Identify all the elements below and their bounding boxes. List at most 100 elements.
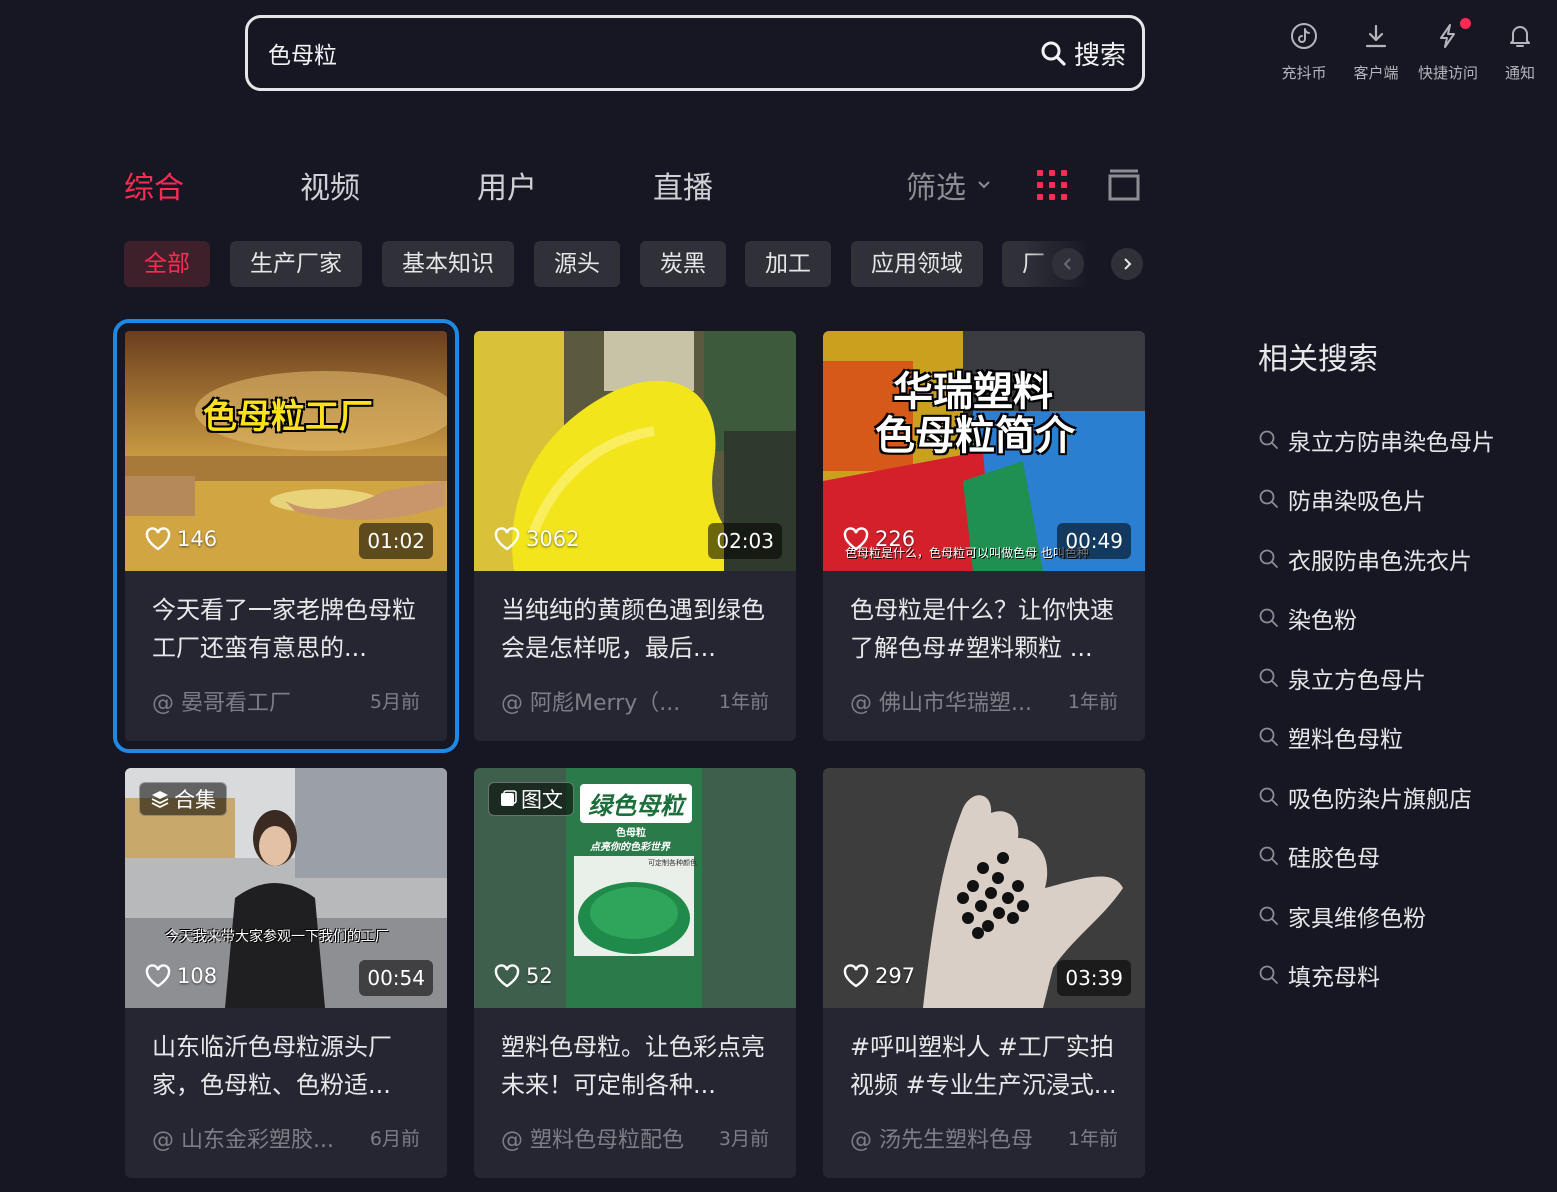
single-column-icon bbox=[1108, 169, 1140, 201]
notification-label: 通知 bbox=[1504, 64, 1535, 82]
quick-access-label: 快捷访问 bbox=[1418, 64, 1479, 82]
image-text-icon bbox=[501, 790, 517, 806]
related-search-label: 吸色防染片旗舰店 bbox=[1288, 786, 1472, 813]
quick-access-button[interactable]: 快捷访问 bbox=[1418, 18, 1479, 83]
post-time: 3月前 bbox=[718, 1128, 769, 1150]
like-count: 226 bbox=[843, 527, 915, 551]
thumbnail-caption: 今天我来带大家参观一下我们的工厂 bbox=[165, 929, 389, 945]
video-title: 当纯纯的黄颜色遇到绿色会是怎样呢，最后... bbox=[501, 596, 765, 662]
like-count-value: 297 bbox=[875, 964, 916, 988]
client-download-button[interactable]: 客户端 bbox=[1347, 18, 1405, 83]
post-thumbnail: 绿色母粒 色母粒 点亮你的色彩世界 可定制各种颜色 图文 52 bbox=[474, 768, 796, 1008]
filter-dropdown[interactable]: 筛选 bbox=[906, 163, 992, 207]
video-card[interactable]: 今天我来带大家参观一下我们的工厂 合集 108 00:54 山东临沂色母粒源头厂… bbox=[125, 768, 447, 1178]
chip-scroll-right[interactable] bbox=[1111, 248, 1143, 280]
chip-scroll-left[interactable] bbox=[1052, 248, 1084, 280]
topic-chips: 全部 生产厂家 基本知识 源头 炭黑 加工 应用领域 厂 bbox=[124, 241, 1144, 287]
chip-all[interactable]: 全部 bbox=[124, 241, 210, 287]
chevron-left-icon bbox=[1063, 258, 1071, 270]
related-search-item[interactable]: 塑料色母粒 bbox=[1258, 708, 1495, 768]
related-search-label: 硅胶色母 bbox=[1288, 846, 1380, 873]
search-icon bbox=[1259, 668, 1278, 687]
tab-video[interactable]: 视频 bbox=[300, 163, 360, 207]
recharge-coin-button[interactable]: 充抖币 bbox=[1275, 18, 1333, 83]
related-search-item[interactable]: 吸色防染片旗舰店 bbox=[1258, 767, 1495, 827]
video-duration: 00:49 bbox=[1057, 523, 1131, 559]
related-search-title: 相关搜索 bbox=[1258, 342, 1378, 377]
search-tabs: 综合 视频 用户 直播 筛选 bbox=[124, 163, 1144, 213]
related-search-item[interactable]: 填充母料 bbox=[1258, 946, 1495, 1006]
video-meta: @ 阿彪Merry（... 1年前 bbox=[501, 685, 769, 717]
video-thumbnail: 3062 02:03 bbox=[474, 331, 796, 571]
tab-live[interactable]: 直播 bbox=[653, 163, 713, 207]
tab-user[interactable]: 用户 bbox=[477, 163, 537, 207]
related-search-label: 防串染吸色片 bbox=[1288, 489, 1426, 516]
like-count: 108 bbox=[145, 964, 217, 988]
thumbnail-subtitle-2: 点亮你的色彩世界 bbox=[590, 842, 670, 853]
related-search-item[interactable]: 衣服防串色洗衣片 bbox=[1258, 529, 1495, 589]
list-view-toggle[interactable] bbox=[1108, 169, 1140, 205]
search-box: 搜索 bbox=[245, 15, 1145, 91]
chip-applications[interactable]: 应用领域 bbox=[851, 241, 983, 287]
post-title: 塑料色母粒。让色彩点亮未来！可定制各种... bbox=[501, 1033, 765, 1099]
heart-icon bbox=[145, 964, 171, 988]
search-icon bbox=[1259, 608, 1278, 628]
related-search-item[interactable]: 染色粉 bbox=[1258, 589, 1495, 649]
thumbnail-subtitle-3: 可定制各种颜色 bbox=[648, 859, 697, 867]
video-card[interactable]: 华瑞塑料 色母粒简介 色母粒是什么，色母粒可以叫做色母 也叫色种 226 00:… bbox=[823, 331, 1145, 741]
video-title: 今天看了一家老牌色母粒工厂还蛮有意思的... bbox=[152, 596, 416, 662]
search-icon bbox=[1259, 489, 1278, 509]
post-time: 1年前 bbox=[1067, 691, 1118, 713]
author-name[interactable]: @ 汤先生塑料色母 bbox=[850, 1122, 1033, 1154]
video-duration: 01:02 bbox=[359, 523, 433, 559]
chip-basic-knowledge[interactable]: 基本知识 bbox=[382, 241, 514, 287]
notification-button[interactable]: 通知 bbox=[1491, 18, 1549, 83]
search-button[interactable]: 搜索 bbox=[1040, 35, 1126, 72]
video-title: 山东临沂色母粒源头厂家，色母粒、色粉适... bbox=[152, 1033, 392, 1099]
related-search-item[interactable]: 家具维修色粉 bbox=[1258, 886, 1495, 946]
video-card[interactable]: 3062 02:03 当纯纯的黄颜色遇到绿色会是怎样呢，最后... @ 阿彪Me… bbox=[474, 331, 796, 741]
heart-icon bbox=[494, 964, 520, 988]
client-download-label: 客户端 bbox=[1353, 64, 1399, 82]
like-count-value: 3062 bbox=[526, 527, 580, 551]
tab-comprehensive[interactable]: 综合 bbox=[124, 163, 184, 207]
video-card[interactable]: 297 03:39 #呼叫塑料人 #工厂实拍视频 #专业生产沉浸式... @ 汤… bbox=[823, 768, 1145, 1178]
like-count: 52 bbox=[494, 964, 553, 988]
author-name[interactable]: @ 佛山市华瑞塑... bbox=[850, 685, 1032, 717]
thumbnail-title: 绿色母粒 bbox=[580, 784, 692, 823]
chip-manufacturers[interactable]: 生产厂家 bbox=[230, 241, 362, 287]
image-post-card[interactable]: 绿色母粒 色母粒 点亮你的色彩世界 可定制各种颜色 图文 52 塑料色母粒。让色… bbox=[474, 768, 796, 1178]
chip-source[interactable]: 源头 bbox=[534, 241, 620, 287]
chip-carbon-black[interactable]: 炭黑 bbox=[640, 241, 726, 287]
post-time: 6月前 bbox=[369, 1128, 420, 1150]
related-search-label: 染色粉 bbox=[1288, 608, 1357, 635]
chip-processing[interactable]: 加工 bbox=[745, 241, 831, 287]
video-card[interactable]: 色母粒工厂 146 01:02 今天看了一家老牌色母粒工厂还蛮有意思的... @… bbox=[113, 319, 459, 753]
search-icon bbox=[1259, 965, 1278, 985]
related-search-item[interactable]: 泉立方防串染色母片 bbox=[1258, 410, 1495, 470]
thumbnail-title: 色母粒工厂 bbox=[203, 397, 373, 437]
video-meta: @ 佛山市华瑞塑... 1年前 bbox=[850, 685, 1118, 717]
video-title: #呼叫塑料人 #工厂实拍视频 #专业生产沉浸式... bbox=[850, 1033, 1117, 1099]
related-search-label: 泉立方防串染色母片 bbox=[1288, 429, 1495, 456]
search-input[interactable] bbox=[268, 40, 1040, 66]
author-name[interactable]: @ 晏哥看工厂 bbox=[152, 685, 291, 717]
image-post-badge: 图文 bbox=[488, 782, 574, 816]
grid-view-toggle[interactable] bbox=[1036, 169, 1068, 205]
post-time: 1年前 bbox=[718, 691, 769, 713]
author-name[interactable]: @ 山东金彩塑胶... bbox=[152, 1122, 334, 1154]
author-name[interactable]: @ 阿彪Merry（... bbox=[501, 685, 680, 717]
video-duration: 02:03 bbox=[708, 523, 782, 559]
video-title: 色母粒是什么？让你快速了解色母#塑料颗粒 ... bbox=[850, 596, 1114, 662]
like-count-value: 226 bbox=[875, 527, 916, 551]
heart-icon bbox=[843, 964, 869, 988]
related-search-label: 塑料色母粒 bbox=[1288, 727, 1403, 754]
related-search-item[interactable]: 硅胶色母 bbox=[1258, 827, 1495, 887]
lightning-icon bbox=[1440, 24, 1455, 48]
image-post-badge-label: 图文 bbox=[521, 788, 563, 812]
like-count-value: 108 bbox=[177, 964, 218, 988]
related-search-item[interactable]: 泉立方色母片 bbox=[1258, 648, 1495, 708]
author-name[interactable]: @ 塑料色母粒配色 bbox=[501, 1122, 684, 1154]
related-search-item[interactable]: 防串染吸色片 bbox=[1258, 470, 1495, 530]
video-thumbnail: 色母粒工厂 146 01:02 bbox=[125, 331, 447, 571]
